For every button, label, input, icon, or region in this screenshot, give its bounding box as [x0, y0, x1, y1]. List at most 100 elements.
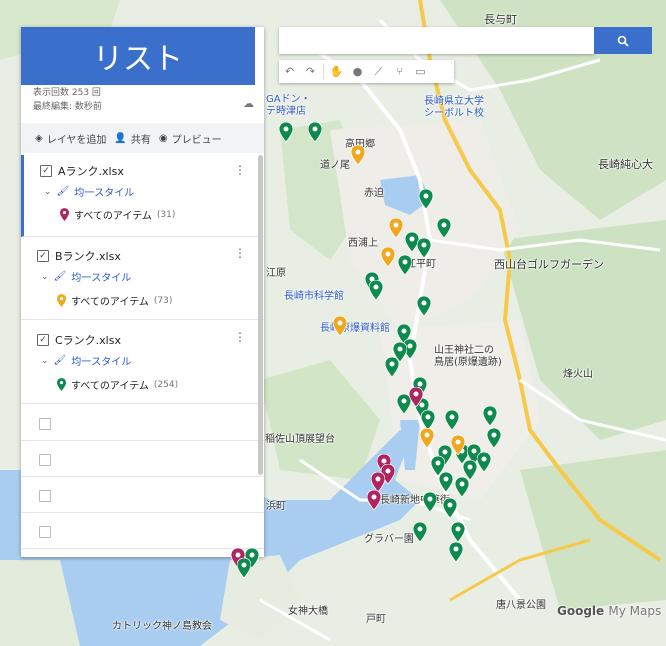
- layer-c-items[interactable]: すべてのアイテム (254): [57, 377, 178, 392]
- layer-a-menu-icon[interactable]: ⋮: [234, 163, 246, 177]
- map-pin-icon: [455, 477, 469, 497]
- hand-icon[interactable]: ✋: [326, 60, 347, 83]
- map-pin-rank-c[interactable]: [455, 477, 469, 497]
- map-pin-rank-c[interactable]: [449, 542, 463, 562]
- map-pin-rank-c[interactable]: [279, 122, 293, 142]
- map-label-hamamachi: 浜町: [266, 501, 286, 512]
- map-pin-rank-b[interactable]: [333, 316, 347, 336]
- map-toolbar: ↶ ↷ ✋ ● ⟋ ⑂ ▭: [279, 60, 454, 83]
- map-pin-rank-c[interactable]: [443, 498, 457, 518]
- map-pin-icon: [385, 357, 399, 377]
- map-pin-rank-c[interactable]: [451, 522, 465, 542]
- marker-icon[interactable]: ●: [347, 60, 368, 83]
- map-pin-rank-c[interactable]: [413, 522, 427, 542]
- layer-a-checkbox[interactable]: ✓: [40, 165, 52, 177]
- map-pin-rank-b[interactable]: [420, 428, 434, 448]
- layer-b-style[interactable]: ⌄ 🖌 均一スタイル: [41, 269, 131, 284]
- draw-line-icon[interactable]: ⟋: [368, 60, 389, 83]
- map-pin-rank-c[interactable]: [421, 410, 435, 430]
- map-pin-rank-c[interactable]: [417, 296, 431, 316]
- map-pin-icon: [409, 387, 423, 407]
- map-label-inasayama: 稲佐山頂展望台: [265, 434, 335, 445]
- map-label-tohakkei: 唐八景公園: [496, 600, 546, 611]
- map-pin-rank-c[interactable]: [487, 428, 501, 448]
- layer-a-count: (31): [156, 209, 176, 220]
- map-label-sanno2: 鳥居(原爆遺跡): [434, 357, 502, 368]
- chevron-down-icon[interactable]: ⌄: [44, 187, 52, 197]
- my-maps-wordmark: My Maps: [608, 604, 662, 618]
- empty-layer-2-checkbox[interactable]: [39, 454, 51, 466]
- layer-c-name[interactable]: Cランク.xlsx: [55, 332, 121, 348]
- map-pin-rank-a[interactable]: [409, 387, 423, 407]
- map-pin-icon: [279, 122, 293, 142]
- map-pin-icon: [308, 122, 322, 142]
- pin-icon-b: [57, 294, 66, 307]
- map-pin-rank-a[interactable]: [371, 472, 385, 492]
- layer-a[interactable]: ✓ Aランク.xlsx ⋮ ⌄ 🖌 均一スタイル すべてのアイテム (31): [21, 155, 264, 237]
- map-pin-rank-b[interactable]: [381, 247, 395, 267]
- eye-icon: ◉: [158, 132, 168, 144]
- layer-a-style[interactable]: ⌄ 🖌 均一スタイル: [44, 184, 134, 199]
- map-pin-rank-c[interactable]: [237, 558, 251, 578]
- empty-layer-4-checkbox[interactable]: [39, 526, 51, 538]
- layer-b-name[interactable]: Bランク.xlsx: [55, 248, 121, 264]
- route-icon[interactable]: ⑂: [389, 60, 410, 83]
- layer-b[interactable]: ✓ Bランク.xlsx ⋮ ⌄ 🖌 均一スタイル すべてのアイテム (73): [21, 238, 264, 320]
- measure-icon[interactable]: ▭: [410, 60, 431, 83]
- empty-layer-1[interactable]: [21, 405, 264, 441]
- empty-layer-1-checkbox[interactable]: [39, 418, 51, 430]
- search-input[interactable]: [279, 27, 594, 54]
- map-pin-rank-c[interactable]: [437, 218, 451, 238]
- preview-button[interactable]: ◉ プレビュー: [159, 131, 222, 146]
- search-button[interactable]: [594, 27, 652, 54]
- chevron-down-icon[interactable]: ⌄: [41, 356, 49, 366]
- map-pin-rank-c[interactable]: [431, 456, 445, 476]
- map-pin-rank-c[interactable]: [477, 452, 491, 472]
- layer-panel: リスト 表示回数 253 回 最終編集: 数秒前 ☁ ◈ レイヤを追加 👤 共有…: [21, 27, 264, 557]
- map-pin-rank-b[interactable]: [351, 145, 365, 165]
- map-pin-rank-c[interactable]: [369, 280, 383, 300]
- map-pin-rank-c[interactable]: [419, 189, 433, 209]
- map-pin-icon: [437, 218, 451, 238]
- map-pin-rank-c[interactable]: [483, 406, 497, 426]
- layer-b-header: ✓ Bランク.xlsx: [37, 248, 121, 264]
- layer-b-menu-icon[interactable]: ⋮: [234, 246, 246, 260]
- layer-b-checkbox[interactable]: ✓: [37, 250, 49, 262]
- add-layer-button[interactable]: ◈ レイヤを追加: [35, 131, 106, 146]
- map-pin-rank-c[interactable]: [445, 410, 459, 430]
- layer-a-name[interactable]: Aランク.xlsx: [58, 163, 124, 179]
- redo-icon[interactable]: ↷: [300, 60, 321, 83]
- map-label-donki2: テ時津店: [266, 106, 306, 117]
- empty-layer-3-checkbox[interactable]: [39, 490, 51, 502]
- panel-scrollbar[interactable]: [258, 155, 263, 475]
- map-pin-icon: [419, 189, 433, 209]
- map-pin-rank-c[interactable]: [417, 238, 431, 258]
- empty-layer-2[interactable]: [21, 441, 264, 477]
- layer-c-checkbox[interactable]: ✓: [37, 334, 49, 346]
- layer-a-items-label: すべてのアイテム: [74, 211, 152, 222]
- layer-c[interactable]: ✓ Cランク.xlsx ⋮ ⌄ 🖌 均一スタイル すべてのアイテム (254): [21, 322, 264, 404]
- map-pin-rank-a[interactable]: [367, 490, 381, 510]
- layer-c-style[interactable]: ⌄ 🖌 均一スタイル: [41, 353, 131, 368]
- layer-a-items[interactable]: すべてのアイテム (31): [60, 207, 175, 222]
- map-pin-icon: [449, 542, 463, 562]
- map-pin-rank-b[interactable]: [389, 218, 403, 238]
- map-pin-rank-c[interactable]: [423, 492, 437, 512]
- map-pin-rank-b[interactable]: [451, 435, 465, 455]
- layer-c-menu-icon[interactable]: ⋮: [234, 330, 246, 344]
- undo-icon[interactable]: ↶: [279, 60, 300, 83]
- layer-b-items[interactable]: すべてのアイテム (73): [57, 293, 172, 308]
- map-pin-icon: [417, 238, 431, 258]
- map-pin-rank-c[interactable]: [308, 122, 322, 142]
- map-pin-icon: [443, 498, 457, 518]
- chevron-down-icon[interactable]: ⌄: [41, 272, 49, 282]
- map-pin-rank-c[interactable]: [385, 357, 399, 377]
- share-button[interactable]: 👤 共有: [114, 131, 150, 146]
- empty-layer-3[interactable]: [21, 477, 264, 513]
- empty-layer-4[interactable]: [21, 513, 264, 549]
- map-pin-rank-c[interactable]: [398, 255, 412, 275]
- map-pin-icon: [445, 410, 459, 430]
- map-pin-icon: [431, 456, 445, 476]
- panel-actions: ◈ レイヤを追加 👤 共有 ◉ プレビュー: [21, 123, 264, 153]
- map-pin-icon: [451, 435, 465, 455]
